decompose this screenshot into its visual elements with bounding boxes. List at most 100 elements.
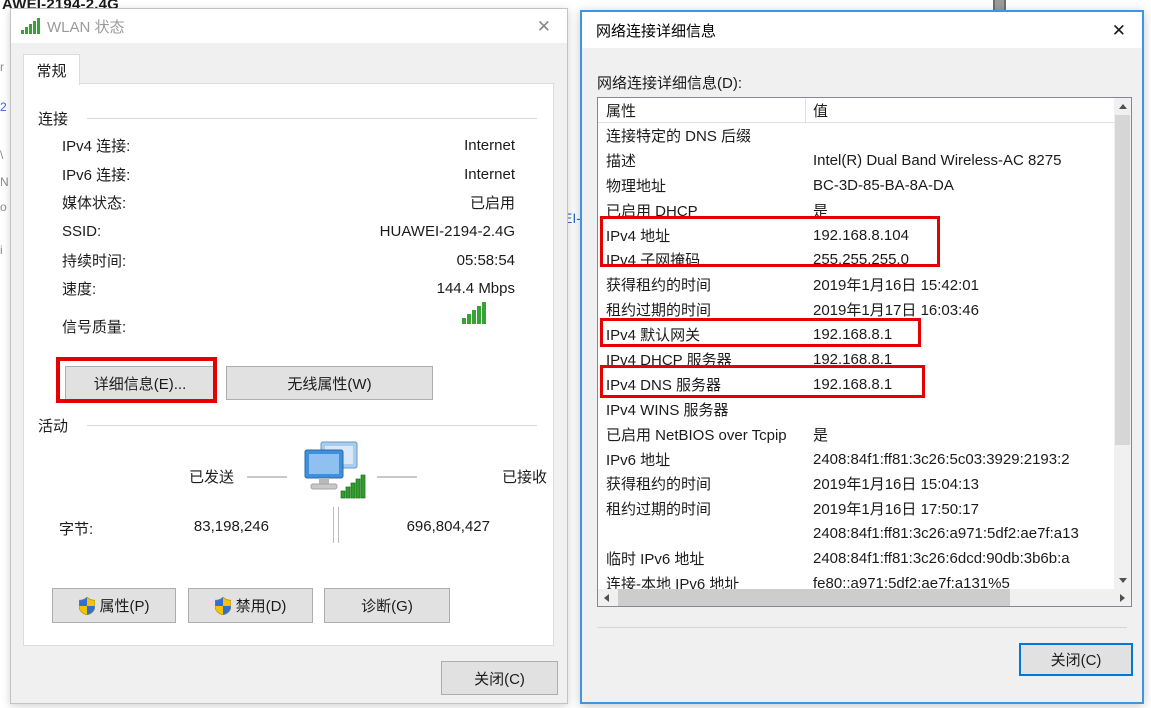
- row-property: IPv4 默认网关: [598, 324, 813, 345]
- vertical-scrollbar[interactable]: [1114, 98, 1131, 589]
- scroll-right-arrow[interactable]: [1114, 589, 1131, 606]
- signal-quality-icon: [462, 302, 486, 329]
- background-edge-fragment: \: [0, 148, 3, 162]
- row-property: 获得租约的时间: [598, 473, 813, 494]
- group-separator: [87, 118, 537, 119]
- received-label: 已接收: [502, 466, 547, 487]
- row-value: 2408:84f1:ff81:3c26:5c03:3929:2193:2: [813, 451, 1114, 468]
- table-row[interactable]: IPv4 DNS 服务器192.168.8.1: [598, 372, 1114, 397]
- row-property: 连接-本地 IPv6 地址: [598, 573, 813, 589]
- status-row: SSID:HUAWEI-2194-2.4G: [62, 217, 515, 246]
- details-list-label: 网络连接详细信息(D):: [597, 72, 742, 93]
- row-value: 2019年1月16日 17:50:17: [813, 498, 1114, 519]
- details-listbox[interactable]: 属性 值 连接特定的 DNS 后缀描述Intel(R) Dual Band Wi…: [597, 97, 1132, 607]
- table-row[interactable]: IPv6 地址2408:84f1:ff81:3c26:5c03:3929:219…: [598, 447, 1114, 472]
- row-property: 已启用 NetBIOS over Tcpip: [598, 424, 813, 445]
- column-header-property: 属性: [598, 98, 806, 122]
- table-row[interactable]: 连接-本地 IPv6 地址fe80::a971:5df2:ae7f:a131%5: [598, 571, 1114, 589]
- activity-group-label: 活动: [38, 415, 68, 436]
- row-value: 255.255.255.0: [813, 251, 1114, 268]
- bytes-label: 字节:: [59, 518, 93, 539]
- general-tab-page: 连接 IPv4 连接: Internet IPv6 连接:Internet媒体状态:…: [23, 83, 554, 646]
- row-value: BC-3D-85-BA-8A-DA: [813, 177, 1114, 194]
- disable-button[interactable]: 禁用(D): [188, 588, 313, 623]
- vertical-scrollbar-thumb[interactable]: [1115, 115, 1130, 445]
- bytes-sent-value: 83,198,246: [119, 518, 269, 535]
- wireless-properties-button[interactable]: 无线属性(W): [226, 366, 433, 400]
- diagnose-button[interactable]: 诊断(G): [324, 588, 450, 623]
- row-property: IPv4 WINS 服务器: [598, 399, 813, 420]
- close-button[interactable]: 关闭(C): [1019, 643, 1133, 676]
- status-value: HUAWEI-2194-2.4G: [380, 223, 515, 240]
- table-row[interactable]: IPv4 子网掩码255.255.255.0: [598, 247, 1114, 272]
- properties-button-label: 属性(P): [100, 595, 150, 616]
- footer-separator: [597, 627, 1127, 628]
- row-value: 2019年1月16日 15:04:13: [813, 473, 1114, 494]
- background-edge-fragment: r: [0, 60, 4, 74]
- row-property: 物理地址: [598, 175, 813, 196]
- connection-group-label: 连接: [38, 108, 68, 129]
- table-row[interactable]: 租约过期的时间2019年1月17日 16:03:46: [598, 297, 1114, 322]
- table-row[interactable]: IPv4 默认网关192.168.8.1: [598, 322, 1114, 347]
- scroll-down-arrow[interactable]: [1114, 572, 1131, 589]
- background-scrollbar-fragment: [993, 0, 1006, 10]
- wifi-signal-icon: [21, 18, 40, 34]
- row-property: IPv4 子网掩码: [598, 249, 813, 270]
- desktop: AWEI-2194-2.4G EI- r 2 \ N o i WLAN 状态 ✕…: [0, 0, 1151, 708]
- row-value: 2408:84f1:ff81:3c26:6dcd:90db:3b6b:a: [813, 550, 1114, 567]
- group-separator: [87, 425, 537, 426]
- row-property: 连接特定的 DNS 后缀: [598, 125, 813, 146]
- network-details-dialog: 网络连接详细信息 ✕ 网络连接详细信息(D): 属性 值 连接特定的 DNS 后…: [580, 10, 1144, 704]
- horizontal-scrollbar[interactable]: [598, 589, 1131, 606]
- wlan-dialog-title: WLAN 状态: [47, 16, 531, 37]
- table-row[interactable]: 临时 IPv6 地址2408:84f1:ff81:3c26:6dcd:90db:…: [598, 546, 1114, 571]
- row-value: 是: [813, 200, 1114, 221]
- bytes-divider: [333, 507, 339, 543]
- wlan-dialog-titlebar: WLAN 状态 ✕: [11, 9, 567, 43]
- scroll-left-arrow[interactable]: [598, 589, 615, 606]
- table-row[interactable]: IPv4 WINS 服务器: [598, 397, 1114, 422]
- table-row[interactable]: 已启用 DHCP是: [598, 198, 1114, 223]
- status-row: 速度:144.4 Mbps: [62, 274, 515, 303]
- status-value: 已启用: [470, 192, 515, 213]
- status-row: 持续时间:05:58:54: [62, 246, 515, 275]
- close-icon[interactable]: ✕: [1106, 20, 1132, 41]
- table-row[interactable]: 物理地址BC-3D-85-BA-8A-DA: [598, 173, 1114, 198]
- row-property: 已启用 DHCP: [598, 200, 813, 221]
- table-row[interactable]: 获得租约的时间2019年1月16日 15:04:13: [598, 471, 1114, 496]
- signal-quality-label: 信号质量:: [62, 316, 126, 337]
- table-row[interactable]: IPv4 DHCP 服务器192.168.8.1: [598, 347, 1114, 372]
- close-button[interactable]: 关闭(C): [441, 661, 558, 695]
- table-row[interactable]: 描述Intel(R) Dual Band Wireless-AC 8275: [598, 148, 1114, 173]
- status-value: Internet: [464, 137, 515, 154]
- details-button[interactable]: 详细信息(E)...: [65, 366, 215, 400]
- scroll-up-arrow[interactable]: [1114, 98, 1131, 115]
- row-property: IPv4 地址: [598, 225, 813, 246]
- row-property: IPv4 DHCP 服务器: [598, 349, 813, 370]
- horizontal-scrollbar-thumb[interactable]: [618, 589, 1010, 606]
- table-row[interactable]: 租约过期的时间2019年1月16日 17:50:17: [598, 496, 1114, 521]
- row-property: 获得租约的时间: [598, 274, 813, 295]
- link-line: [247, 476, 287, 478]
- status-row: IPv6 连接:Internet: [62, 160, 515, 189]
- row-property: IPv4 DNS 服务器: [598, 374, 813, 395]
- status-row: 媒体状态:已启用: [62, 188, 515, 217]
- status-label: IPv4 连接:: [62, 135, 130, 156]
- tab-general[interactable]: 常规: [23, 54, 80, 85]
- row-property: IPv6 地址: [598, 449, 813, 470]
- properties-button[interactable]: 属性(P): [52, 588, 176, 623]
- background-edge-fragment: 2: [0, 100, 7, 114]
- column-header-value: 值: [806, 100, 828, 121]
- close-icon[interactable]: ✕: [531, 16, 557, 37]
- connection-rows: IPv4 连接: Internet IPv6 连接:Internet媒体状态:已启用…: [62, 131, 515, 303]
- table-row[interactable]: 连接特定的 DNS 后缀: [598, 123, 1114, 148]
- row-value: fe80::a971:5df2:ae7f:a131%5: [813, 575, 1114, 589]
- network-computers-icon: [297, 441, 369, 508]
- row-value: 192.168.8.104: [813, 227, 1114, 244]
- table-row[interactable]: 已启用 NetBIOS over Tcpip是: [598, 422, 1114, 447]
- background-edge-fragment: N: [0, 175, 9, 189]
- table-row[interactable]: 获得租约的时间2019年1月16日 15:42:01: [598, 272, 1114, 297]
- table-row[interactable]: IPv4 地址192.168.8.104: [598, 223, 1114, 248]
- row-value: 192.168.8.1: [813, 326, 1114, 343]
- table-row[interactable]: 2408:84f1:ff81:3c26:a971:5df2:ae7f:a13: [598, 521, 1114, 546]
